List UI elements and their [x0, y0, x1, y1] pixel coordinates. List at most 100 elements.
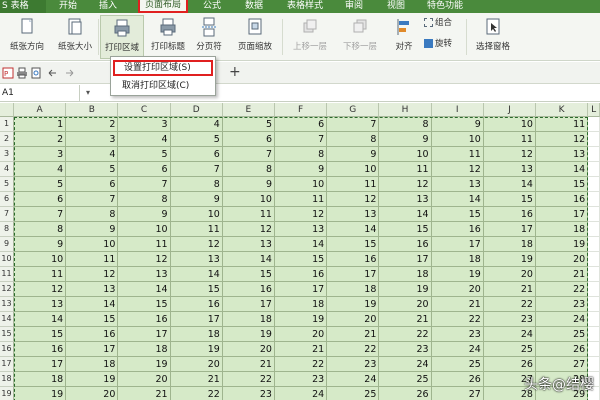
tab-formulas[interactable]: 公式: [196, 0, 228, 13]
table-cell[interactable]: 18: [275, 297, 328, 312]
table-cell[interactable]: 2: [66, 117, 119, 132]
tab-table-style[interactable]: 表格样式: [280, 0, 330, 13]
table-cell[interactable]: 24: [431, 342, 484, 357]
table-cell[interactable]: 16: [118, 312, 171, 327]
table-cell[interactable]: 9: [431, 117, 484, 132]
table-cell[interactable]: 24: [327, 372, 380, 387]
table-cell[interactable]: 12: [170, 237, 223, 252]
table-cell[interactable]: 21: [275, 342, 328, 357]
table-cell[interactable]: 22: [483, 297, 536, 312]
column-header[interactable]: C: [118, 103, 171, 117]
table-cell[interactable]: 14: [379, 207, 432, 222]
table-cell[interactable]: 12: [379, 177, 432, 192]
table-cell[interactable]: 5: [66, 162, 119, 177]
table-cell[interactable]: 16: [14, 342, 67, 357]
clear-print-area-item[interactable]: 取消打印区域(C): [113, 78, 213, 94]
row-header[interactable]: 2: [0, 132, 14, 147]
table-cell[interactable]: 25: [327, 387, 380, 400]
table-cell[interactable]: 18: [483, 237, 536, 252]
table-cell[interactable]: [588, 312, 600, 327]
table-cell[interactable]: 26: [379, 387, 432, 400]
table-cell[interactable]: 16: [379, 237, 432, 252]
table-cell[interactable]: 16: [66, 327, 119, 342]
table-cell[interactable]: 23: [536, 297, 589, 312]
table-cell[interactable]: 10: [327, 162, 380, 177]
table-cell[interactable]: 10: [118, 222, 171, 237]
table-cell[interactable]: [588, 282, 600, 297]
tab-data[interactable]: 数据: [238, 0, 270, 13]
table-cell[interactable]: 18: [170, 327, 223, 342]
table-cell[interactable]: 18: [222, 312, 275, 327]
row-header[interactable]: 1: [0, 117, 14, 132]
table-cell[interactable]: [588, 162, 600, 177]
table-cell[interactable]: 21: [170, 372, 223, 387]
row-header[interactable]: 11: [0, 267, 14, 282]
table-cell[interactable]: 5: [118, 147, 171, 162]
table-cell[interactable]: 11: [536, 117, 589, 132]
table-cell[interactable]: 24: [275, 387, 328, 400]
row-header[interactable]: 8: [0, 222, 14, 237]
table-cell[interactable]: [588, 297, 600, 312]
table-cell[interactable]: 23: [431, 327, 484, 342]
app-menu-button[interactable]: S 表格: [0, 0, 46, 13]
column-header[interactable]: D: [170, 103, 223, 117]
column-header[interactable]: H: [379, 103, 432, 117]
table-cell[interactable]: 22: [170, 387, 223, 400]
table-cell[interactable]: 16: [222, 282, 275, 297]
table-cell[interactable]: 12: [222, 222, 275, 237]
row-header[interactable]: 14: [0, 312, 14, 327]
table-cell[interactable]: 15: [14, 327, 67, 342]
table-cell[interactable]: 23: [483, 312, 536, 327]
selection-pane-button[interactable]: 选择窗格: [472, 15, 514, 59]
table-cell[interactable]: 20: [483, 267, 536, 282]
table-cell[interactable]: 15: [66, 312, 119, 327]
undo-icon[interactable]: [46, 67, 58, 79]
table-cell[interactable]: 10: [66, 237, 119, 252]
table-cell[interactable]: 15: [170, 282, 223, 297]
table-cell[interactable]: 19: [275, 312, 328, 327]
table-cell[interactable]: 21: [327, 327, 380, 342]
table-cell[interactable]: 25: [379, 372, 432, 387]
table-cell[interactable]: 4: [14, 162, 67, 177]
table-cell[interactable]: 19: [170, 342, 223, 357]
table-cell[interactable]: 17: [222, 297, 275, 312]
table-cell[interactable]: 11: [379, 162, 432, 177]
table-cell[interactable]: 17: [14, 357, 67, 372]
table-cell[interactable]: 20: [379, 297, 432, 312]
table-cell[interactable]: 6: [66, 177, 119, 192]
column-header[interactable]: A: [14, 103, 67, 117]
table-cell[interactable]: 16: [483, 207, 536, 222]
table-cell[interactable]: [588, 222, 600, 237]
table-cell[interactable]: 12: [327, 192, 380, 207]
page-zoom-button[interactable]: 页面缩放: [232, 15, 278, 59]
table-cell[interactable]: 21: [536, 267, 589, 282]
send-backward-button[interactable]: 下移一层: [338, 15, 382, 59]
table-cell[interactable]: 14: [431, 192, 484, 207]
table-cell[interactable]: 9: [327, 147, 380, 162]
column-header[interactable]: L: [588, 103, 600, 117]
table-cell[interactable]: 21: [222, 357, 275, 372]
table-cell[interactable]: 12: [118, 252, 171, 267]
paper-size-button[interactable]: 纸张大小: [54, 15, 96, 59]
table-cell[interactable]: [588, 192, 600, 207]
table-cell[interactable]: 8: [66, 207, 119, 222]
table-cell[interactable]: 19: [66, 372, 119, 387]
tab-special-features[interactable]: 特色功能: [420, 0, 470, 13]
row-header[interactable]: 13: [0, 297, 14, 312]
table-cell[interactable]: 23: [275, 372, 328, 387]
table-cell[interactable]: 14: [222, 252, 275, 267]
table-cell[interactable]: 11: [275, 192, 328, 207]
table-cell[interactable]: 26: [483, 357, 536, 372]
table-cell[interactable]: 14: [170, 267, 223, 282]
table-cell[interactable]: 27: [536, 357, 589, 372]
table-cell[interactable]: 17: [275, 282, 328, 297]
column-header[interactable]: B: [66, 103, 119, 117]
page-break-button[interactable]: 分页符: [190, 15, 228, 59]
table-cell[interactable]: 12: [275, 207, 328, 222]
table-cell[interactable]: 17: [118, 327, 171, 342]
table-cell[interactable]: 21: [379, 312, 432, 327]
table-cell[interactable]: 2: [14, 132, 67, 147]
table-cell[interactable]: 8: [379, 117, 432, 132]
table-cell[interactable]: 5: [170, 132, 223, 147]
tab-home[interactable]: 开始: [52, 0, 84, 13]
